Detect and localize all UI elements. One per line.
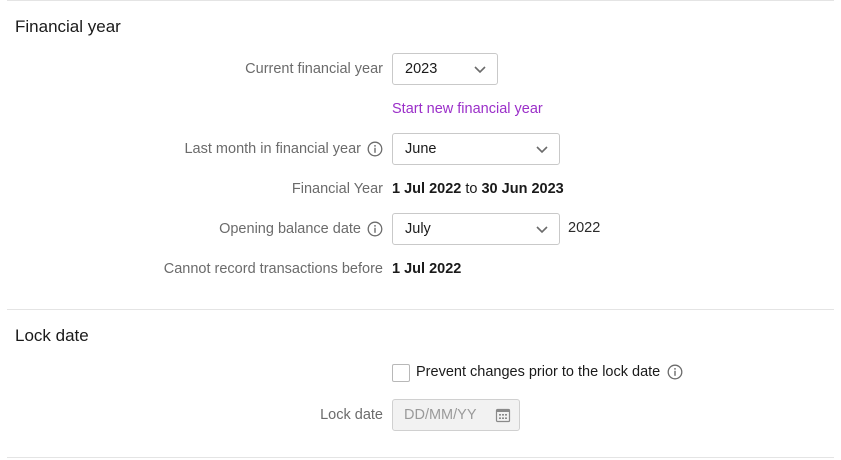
- financial-year-range-label: Financial Year: [291, 181, 383, 197]
- last-month-select[interactable]: June: [392, 133, 560, 165]
- last-month-label: Last month in financial year: [184, 141, 383, 157]
- fy-to-text: to: [465, 181, 478, 197]
- bottom-divider: [7, 457, 834, 458]
- financial-year-heading: Financial year: [15, 17, 121, 36]
- current-financial-year-select[interactable]: 2023: [392, 53, 498, 85]
- cannot-record-label: Cannot record transactions before: [163, 261, 383, 277]
- current-financial-year-value: 2023: [405, 61, 438, 77]
- fy-end-date: 30 Jun 2023: [481, 181, 564, 197]
- opening-balance-year: 2022: [568, 220, 601, 236]
- prevent-changes-label: Prevent changes prior to the lock date: [416, 364, 683, 380]
- chevron-down-icon: [474, 66, 486, 74]
- chevron-down-icon: [536, 226, 548, 234]
- top-divider: [7, 0, 834, 1]
- info-icon[interactable]: [367, 141, 383, 157]
- opening-balance-month-select[interactable]: July: [392, 213, 560, 245]
- calendar-icon[interactable]: [495, 407, 511, 423]
- financial-year-range: 1 Jul 2022 to 30 Jun 2023: [392, 181, 564, 197]
- info-icon[interactable]: [667, 364, 683, 380]
- section-divider: [7, 309, 834, 310]
- cannot-record-date: 1 Jul 2022: [392, 261, 462, 277]
- chevron-down-icon: [536, 146, 548, 154]
- current-financial-year-label: Current financial year: [245, 61, 383, 77]
- lock-date-label: Lock date: [320, 407, 383, 423]
- opening-balance-month-value: July: [405, 221, 431, 237]
- fy-start-date: 1 Jul 2022: [392, 181, 462, 197]
- start-new-financial-year-link[interactable]: Start new financial year: [392, 101, 543, 117]
- last-month-value: June: [405, 141, 437, 157]
- info-icon[interactable]: [367, 221, 383, 237]
- lock-date-input[interactable]: DD/MM/YY: [392, 399, 520, 431]
- prevent-changes-checkbox[interactable]: [392, 364, 410, 382]
- lock-date-heading: Lock date: [15, 326, 89, 345]
- lock-date-placeholder: DD/MM/YY: [404, 407, 477, 423]
- opening-balance-date-label: Opening balance date: [219, 221, 383, 237]
